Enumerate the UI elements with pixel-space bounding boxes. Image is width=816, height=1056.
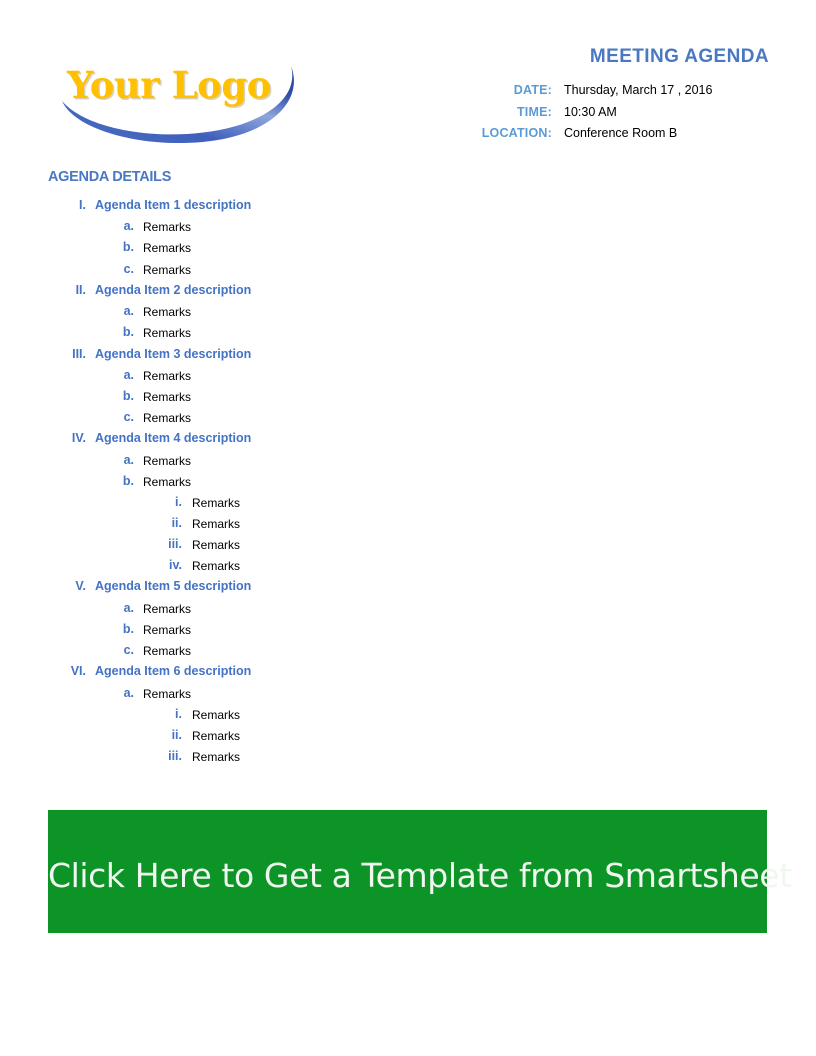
agenda-row-marker: c. (123, 261, 134, 276)
agenda-row: III. Agenda Item 3 description (0, 345, 500, 366)
agenda-row-marker: a. (123, 219, 134, 234)
agenda-row: a. Remarks (0, 451, 500, 472)
agenda-row-marker: IV. (71, 431, 86, 446)
logo-text: Your Logo (67, 63, 271, 107)
agenda-row-label: Remarks (143, 686, 192, 701)
agenda-row-label: Remarks (192, 559, 241, 574)
agenda-row: VI. Agenda Item 6 description (0, 662, 500, 683)
agenda-row-label: Remarks (143, 220, 192, 235)
date-label: DATE: (513, 83, 552, 97)
agenda-row-label: Agenda Item 6 description (95, 664, 252, 679)
agenda-row-label: Agenda Item 4 description (95, 431, 252, 446)
agenda-row-marker: c. (123, 410, 134, 425)
agenda-row-label: Remarks (143, 305, 192, 320)
agenda-row-label: Remarks (143, 474, 192, 489)
agenda-row-label: Remarks (143, 644, 192, 659)
agenda-row-marker: II. (75, 282, 86, 297)
agenda-row-marker: b. (122, 389, 134, 404)
agenda-row: c. Remarks (0, 260, 500, 281)
agenda-row-label: Agenda Item 2 description (95, 282, 252, 297)
time-label: TIME: (516, 104, 552, 119)
agenda-row-marker: III. (72, 346, 86, 361)
meeting-info-row-date: DATE: Thursday, March 17 , 2016 (430, 80, 713, 102)
agenda-row-label: Remarks (143, 241, 192, 256)
agenda-row: c. Remarks (0, 641, 500, 662)
agenda-row: I. Agenda Item 1 description (0, 196, 500, 217)
agenda-row: c. Remarks (0, 408, 500, 429)
document-header: Your Logo MEETING AGENDA DATE: Thursday,… (0, 0, 816, 160)
agenda-row-label: Remarks (143, 411, 192, 426)
agenda-row-label: Agenda Item 3 description (95, 346, 252, 361)
agenda-row-marker: ii. (171, 727, 182, 742)
agenda-row-marker: i. (175, 495, 182, 510)
meeting-info-table: DATE: Thursday, March 17 , 2016 TIME: 10… (430, 80, 713, 145)
agenda-row: a. Remarks (0, 302, 500, 323)
agenda-row-label: Remarks (143, 390, 192, 405)
agenda-row-label: Remarks (143, 453, 192, 468)
agenda-row-label: Remarks (143, 262, 192, 277)
agenda-row-marker: a. (123, 367, 134, 382)
agenda-row-marker: i. (175, 706, 182, 721)
get-template-banner-label: Click Here to Get a Template from Smarts… (48, 856, 792, 895)
location-value: Conference Room B (564, 126, 678, 140)
get-template-banner[interactable]: Click Here to Get a Template from Smarts… (48, 810, 792, 933)
agenda-row-marker: b. (122, 240, 134, 255)
agenda-row: b. Remarks (0, 323, 500, 344)
agenda-row: iv. Remarks (0, 556, 500, 577)
agenda-list: I. Agenda Item 1 description a. Remarks b. Re… (0, 196, 500, 768)
agenda-row: iii. Remarks (0, 535, 500, 556)
agenda-row-marker: a. (123, 685, 134, 700)
agenda-row-label: Remarks (192, 728, 241, 743)
agenda-row-marker: VI. (70, 664, 86, 679)
agenda-row: ii. Remarks (0, 726, 500, 747)
agenda-row: II. Agenda Item 2 description (0, 281, 500, 302)
agenda-row: a. Remarks (0, 599, 500, 620)
agenda-row-marker: c. (123, 643, 134, 658)
agenda-row-marker: b. (122, 325, 134, 340)
agenda-row-marker: iii. (168, 537, 182, 552)
meeting-info-row-time: TIME: 10:30 AM (430, 102, 712, 124)
date-value: Thursday, March 17 , 2016 (564, 83, 713, 97)
agenda-row-label: Remarks (192, 749, 241, 764)
agenda-row-marker: a. (123, 600, 134, 615)
agenda-row: iii. Remarks (0, 747, 500, 768)
agenda-row-label: Remarks (143, 368, 192, 383)
agenda-row-marker: I. (79, 198, 86, 212)
agenda-row: a. Remarks (0, 366, 500, 387)
agenda-row-marker: V. (75, 579, 86, 594)
agenda-row-marker: b. (122, 473, 134, 488)
agenda-row-marker: ii. (171, 516, 182, 531)
agenda-row: i. Remarks (0, 705, 500, 726)
agenda-row: b. Remarks (0, 472, 500, 493)
agenda-row-marker: iii. (168, 748, 182, 763)
agenda-row: IV. Agenda Item 4 description (0, 429, 500, 450)
time-value: 10:30 AM (564, 104, 617, 119)
agenda-row: a. Remarks (0, 217, 500, 238)
agenda-row-label: Agenda Item 1 description (95, 198, 252, 212)
page-title: MEETING AGENDA (589, 46, 769, 67)
agenda-row-marker: a. (123, 304, 134, 319)
agenda-row-marker: a. (123, 452, 134, 467)
agenda-row-label: Remarks (192, 496, 241, 511)
agenda-row-label: Agenda Item 5 description (95, 579, 252, 594)
agenda-row: i. Remarks (0, 493, 500, 514)
agenda-details-heading: AGENDA DETAILS (48, 169, 172, 185)
company-logo: Your Logo (60, 48, 320, 148)
agenda-row-marker: iv. (169, 558, 182, 573)
agenda-row: ii. Remarks (0, 514, 500, 535)
agenda-row-label: Remarks (192, 517, 241, 532)
agenda-row: a. Remarks (0, 684, 500, 705)
meeting-info-row-location: LOCATION: Conference Room B (430, 123, 712, 145)
agenda-row-label: Remarks (192, 538, 241, 553)
agenda-row-label: Remarks (192, 707, 241, 722)
agenda-row: b. Remarks (0, 238, 500, 259)
agenda-row-label: Remarks (143, 622, 192, 637)
agenda-row-label: Remarks (143, 326, 192, 341)
agenda-row: V. Agenda Item 5 description (0, 577, 500, 598)
agenda-row-label: Remarks (143, 601, 192, 616)
agenda-row: b. Remarks (0, 620, 500, 641)
agenda-row: b. Remarks (0, 387, 500, 408)
agenda-row-marker: b. (122, 621, 134, 636)
location-label: LOCATION: (481, 126, 552, 140)
